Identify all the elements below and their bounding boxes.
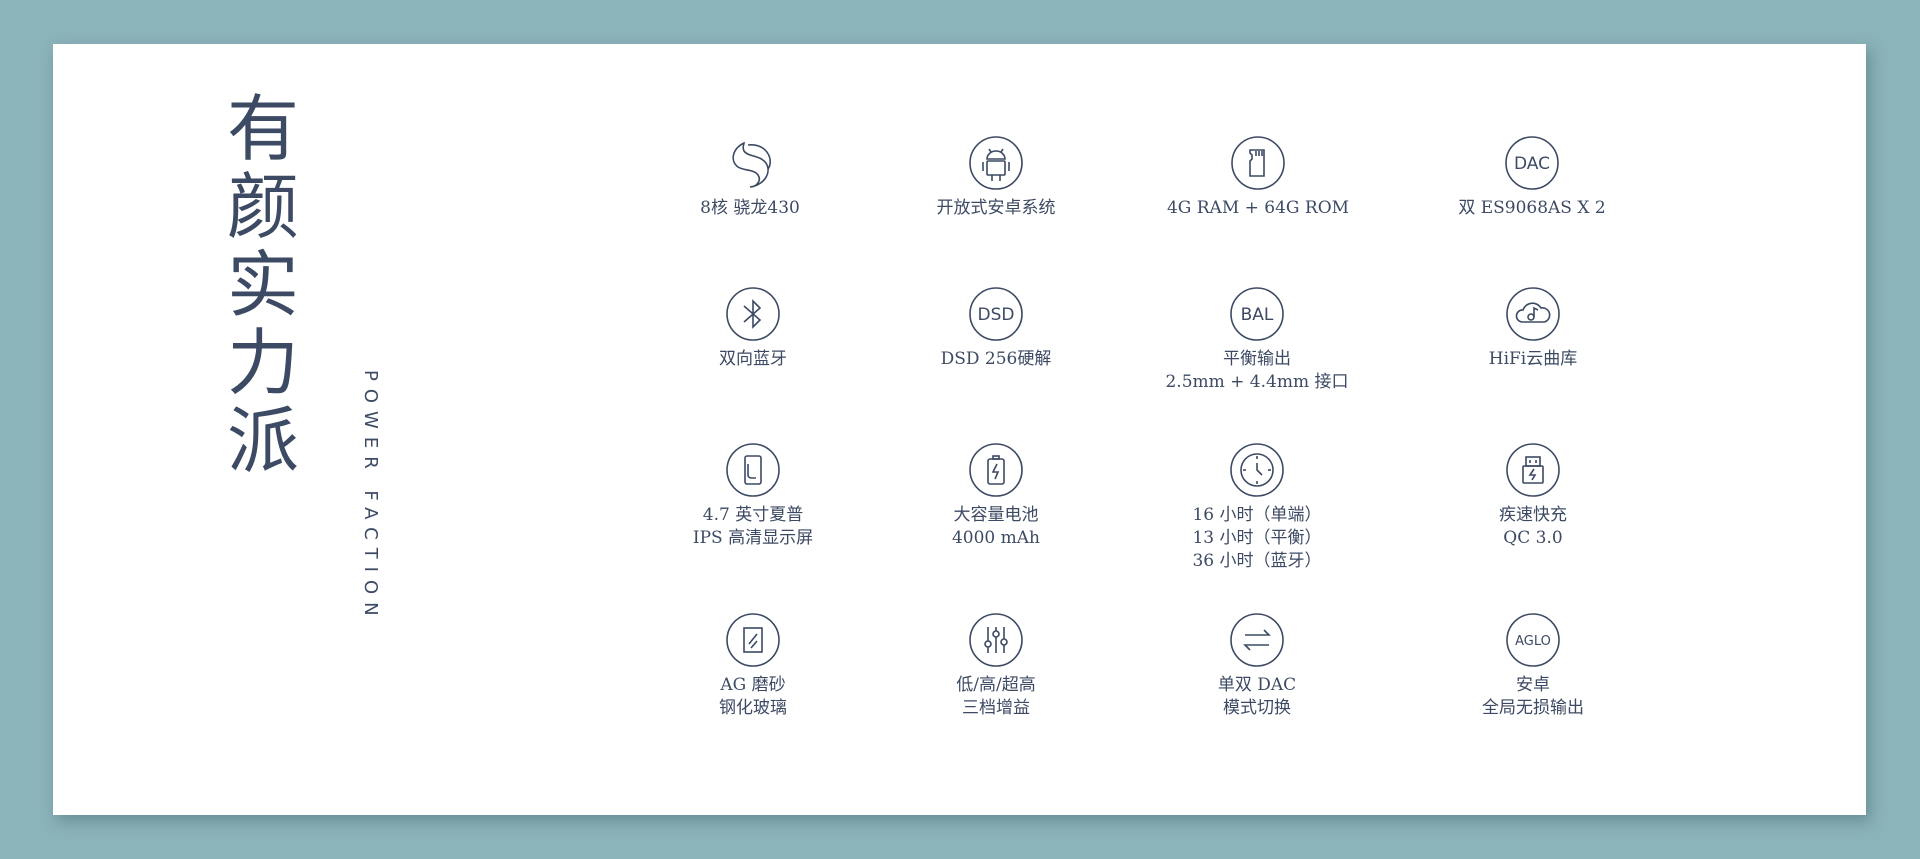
feature-label: 低/高/超高 三档增益 — [956, 675, 1036, 718]
feature-snapdragon: 8核 骁龙430 — [635, 135, 865, 220]
feature-display: 4.7 英寸夏普 IPS 高清显示屏 — [638, 442, 868, 550]
battery-icon — [968, 442, 1024, 498]
fast-charge-icon — [1505, 442, 1561, 498]
feature-dac: DAC 双 ES9068AS X 2 — [1417, 135, 1647, 220]
feature-label: 单双 DAC 模式切换 — [1217, 675, 1297, 718]
phone-screen-icon — [725, 442, 781, 498]
feature-label: 4G RAM + 64G ROM — [1166, 198, 1350, 218]
feature-label: HiFi云曲库 — [1488, 349, 1578, 369]
feature-dsd: DSD DSD 256硬解 — [881, 286, 1111, 371]
dac-icon: DAC — [1504, 135, 1560, 191]
feature-label: 开放式安卓系统 — [936, 198, 1056, 218]
feature-label: 疾速快充 QC 3.0 — [1499, 505, 1567, 548]
equalizer-icon — [968, 612, 1024, 668]
switch-arrows-icon — [1229, 612, 1285, 668]
feature-aglo: AGLO 安卓 全局无损输出 — [1418, 612, 1648, 720]
feature-playback-time: 16 小时（单端） 13 小时（平衡） 36 小时（蓝牙） — [1142, 442, 1372, 573]
snapdragon-icon — [722, 135, 778, 191]
icon-text: DSD — [978, 305, 1015, 325]
clock-icon — [1229, 442, 1285, 498]
feature-battery: 大容量电池 4000 mAh — [881, 442, 1111, 550]
android-icon — [968, 135, 1024, 191]
icon-text: AGLO — [1515, 634, 1551, 649]
feature-cloud-music: HiFi云曲库 — [1418, 286, 1648, 371]
dsd-icon: DSD — [968, 286, 1024, 342]
feature-balanced: BAL 平衡输出 2.5mm + 4.4mm 接口 — [1142, 286, 1372, 394]
bal-icon: BAL — [1229, 286, 1285, 342]
feature-ag-glass: AG 磨砂 钢化玻璃 — [638, 612, 868, 720]
feature-label: 4.7 英寸夏普 IPS 高清显示屏 — [692, 505, 814, 548]
icon-text: DAC — [1514, 154, 1550, 174]
subheadline: POWER FACTION — [360, 370, 381, 624]
sd-card-icon — [1230, 135, 1286, 191]
feature-memory: 4G RAM + 64G ROM — [1143, 135, 1373, 220]
feature-label: 大容量电池 4000 mAh — [951, 505, 1040, 548]
ag-glass-icon — [725, 612, 781, 668]
feature-label: AG 磨砂 钢化玻璃 — [719, 675, 787, 718]
feature-label: DSD 256硬解 — [940, 349, 1052, 369]
feature-label: 双向蓝牙 — [719, 349, 787, 369]
feature-label: 16 小时（单端） 13 小时（平衡） 36 小时（蓝牙） — [1192, 505, 1322, 571]
feature-dac-switch: 单双 DAC 模式切换 — [1142, 612, 1372, 720]
feature-label: 平衡输出 2.5mm + 4.4mm 接口 — [1165, 349, 1349, 392]
bluetooth-icon — [725, 286, 781, 342]
feature-label: 双 ES9068AS X 2 — [1458, 198, 1606, 218]
feature-label: 8核 骁龙430 — [700, 198, 800, 218]
feature-android: 开放式安卓系统 — [881, 135, 1111, 220]
cloud-music-icon — [1505, 286, 1561, 342]
feature-label: 安卓 全局无损输出 — [1482, 675, 1584, 718]
aglo-icon: AGLO — [1505, 612, 1561, 668]
headline: 有颜实力派 — [226, 87, 299, 483]
icon-text: BAL — [1241, 305, 1274, 325]
feature-gain: 低/高/超高 三档增益 — [881, 612, 1111, 720]
feature-bluetooth: 双向蓝牙 — [638, 286, 868, 371]
feature-fast-charge: 疾速快充 QC 3.0 — [1418, 442, 1648, 550]
